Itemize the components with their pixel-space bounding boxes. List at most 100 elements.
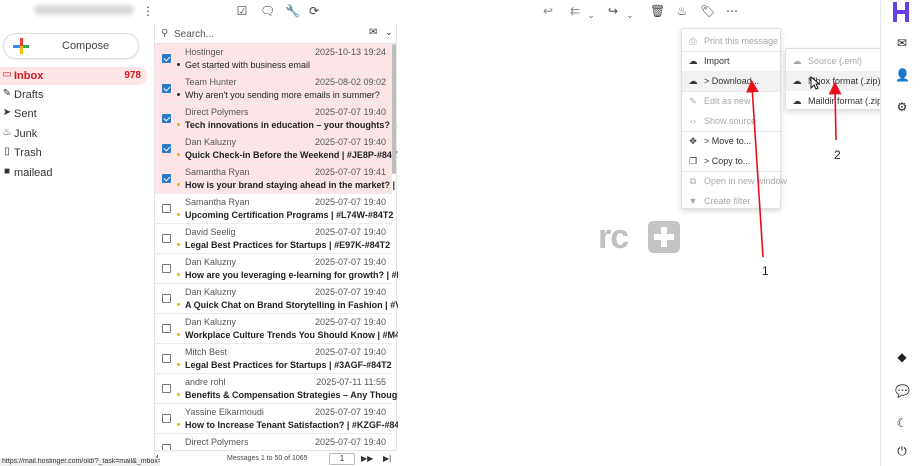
search-bar[interactable]: ⚲ Search... ✉ ⌄ <box>155 24 397 44</box>
row-checkbox[interactable] <box>162 354 171 363</box>
folder-sent[interactable]: ➤ Sent <box>0 105 147 123</box>
message-date: 2025-07-07 19:40 <box>314 347 386 357</box>
table-row[interactable]: Direct Polymers 2025-07-07 19:40 Tech inno… <box>155 104 410 134</box>
forward-icon[interactable]: ↪ <box>606 4 620 18</box>
user-email-blurred <box>34 5 134 15</box>
table-row[interactable]: Mitch Best 2025-07-07 19:40 Legal Best Pra… <box>155 344 392 374</box>
reply-all-icon[interactable]: ⇇ <box>568 4 582 18</box>
trash-icon: ▯ <box>4 146 10 157</box>
menu-item-print-this-message[interactable]: ⎙ Print this message <box>682 31 780 51</box>
diamond-icon[interactable]: ◆ <box>895 350 909 364</box>
table-row[interactable]: David Seelig 2025-07-07 19:40 Legal Best P… <box>155 224 392 254</box>
forward-dropdown-icon[interactable]: ⌄ <box>623 8 637 22</box>
compose-button[interactable]: Compose <box>3 33 139 59</box>
menu-item-source-eml[interactable]: ☁ Source (.eml) <box>786 51 884 71</box>
next-page-icon[interactable]: ▶▶ <box>361 454 373 463</box>
row-checkbox[interactable] <box>162 174 171 183</box>
roundcube-logo: rc <box>598 218 629 256</box>
tag-icon[interactable]: 🏷 <box>700 4 715 18</box>
menu-item-import[interactable]: ☁ Import <box>682 51 780 71</box>
unread-count: 978 <box>124 70 141 81</box>
flame-icon[interactable]: ♨ <box>675 4 689 18</box>
folder-trash[interactable]: ▯ Trash <box>0 144 147 162</box>
table-row[interactable]: Dan Kaluzny 2025-07-07 19:40 Workplace Cul… <box>155 314 408 344</box>
row-checkbox[interactable] <box>162 84 171 93</box>
search-input[interactable]: Search... <box>174 29 214 40</box>
row-checkbox[interactable] <box>162 54 171 63</box>
sender-name: Direct Polymers <box>185 437 249 447</box>
menu-item-move-to[interactable]: ✥ > Move to... <box>682 131 780 151</box>
status-dot-icon <box>177 363 180 366</box>
table-row[interactable]: Samantha Ryan 2025-07-07 19:40 Upcoming Ce… <box>155 194 393 224</box>
search-icon: ⚲ <box>161 28 169 39</box>
table-row[interactable]: Team Hunter 2025-08-02 09:02 Why aren't yo… <box>155 74 392 104</box>
row-checkbox[interactable] <box>162 114 171 123</box>
gear-icon[interactable]: ⚙ <box>895 100 909 114</box>
sender-name: David Seelig <box>185 227 236 237</box>
wrench-icon[interactable]: 🔧 <box>285 4 300 18</box>
row-checkbox[interactable] <box>162 144 171 153</box>
table-row[interactable]: Hostinger 2025-10-13 19:24 Get started wit… <box>155 44 392 74</box>
table-row[interactable]: Dan Kaluzny 2025-07-07 19:40 Quick Check-i… <box>155 134 402 164</box>
message-subject: Legal Best Practices for Startups | #E97… <box>185 240 391 250</box>
cloud-download-icon: ☁ <box>792 96 802 106</box>
power-icon[interactable]: ⏻ <box>895 444 909 458</box>
sender-name: Dan Kaluzny <box>185 257 237 267</box>
plus-icon <box>13 38 29 54</box>
pencil-icon: ✎ <box>689 96 697 106</box>
user-icon[interactable]: 👤 <box>895 68 910 82</box>
row-checkbox[interactable] <box>162 264 171 273</box>
message-subject: Why aren't you sending more emails in su… <box>185 90 380 100</box>
sender-name: Direct Polymers <box>185 107 249 117</box>
row-checkbox[interactable] <box>162 324 171 333</box>
table-row[interactable]: Samantha Ryan 2025-07-07 19:41 How is your… <box>155 164 410 194</box>
last-page-icon[interactable]: ▶| <box>383 454 391 463</box>
menu-item-edit-as-new[interactable]: ✎ Edit as new <box>682 91 780 111</box>
page-number-input[interactable]: 1 <box>329 453 355 465</box>
message-date: 2025-07-07 19:40 <box>314 317 386 327</box>
menu-item-maildir-format-zip[interactable]: ☁ Maildir format (.zip) <box>786 91 886 111</box>
message-subject: A Quick Chat on Brand Storytelling in Fa… <box>185 300 414 310</box>
menu-item-copy-to[interactable]: ❐ > Copy to... <box>682 151 780 171</box>
reply-icon[interactable]: ↩ <box>541 4 555 18</box>
refresh-icon[interactable]: ⟳ <box>307 4 321 18</box>
pagination-text: Messages 1 to 50 of 1065 <box>227 455 308 462</box>
chevron-down-icon[interactable]: ⌄ <box>385 27 393 38</box>
folder-mailead[interactable]: ■ mailead <box>0 164 147 182</box>
message-subject: How to Increase Tenant Satisfaction? | #… <box>185 420 407 430</box>
more-vert-icon[interactable]: ⋮ <box>141 4 155 18</box>
table-row[interactable]: Yassine Elkarmoudi 2025-07-07 19:40 How to… <box>155 404 407 434</box>
trash-icon[interactable]: 🗑 <box>650 4 665 18</box>
menu-item-show-source[interactable]: ‹› Show source <box>682 111 780 131</box>
message-date: 2025-07-07 19:40 <box>314 407 386 417</box>
moon-icon[interactable]: ☾ <box>895 416 909 430</box>
table-row[interactable]: Dan Kaluzny 2025-07-07 19:40 How are you l… <box>155 254 411 284</box>
status-dot-icon <box>177 243 180 246</box>
row-checkbox[interactable] <box>162 234 171 243</box>
row-checkbox[interactable] <box>162 414 171 423</box>
more-horiz-icon[interactable]: ⋯ <box>725 4 739 18</box>
menu-item-mbox-format-zip[interactable]: ☁ Mbox format (.zip) <box>786 71 884 91</box>
folder-inbox[interactable]: ▭ Inbox 978 <box>0 67 147 85</box>
envelope-icon[interactable]: ✉ <box>369 27 377 38</box>
message-date: 2025-07-07 19:40 <box>314 197 386 207</box>
menu-item-create-filter[interactable]: ▼ Create filter <box>682 191 780 211</box>
row-checkbox[interactable] <box>162 384 171 393</box>
menu-item-open-in-new-window[interactable]: ⧉ Open in new window <box>682 171 787 191</box>
right-rail: ✉ 👤 ⚙ ◆ 💬 ☾ ⏻ <box>880 0 920 466</box>
mail-icon[interactable]: ✉ <box>895 36 909 50</box>
reply-all-dropdown-icon[interactable]: ⌄ <box>584 8 598 22</box>
folder-drafts[interactable]: ✎ Drafts <box>0 86 147 104</box>
scrollbar[interactable] <box>392 44 396 174</box>
menu-item-download[interactable]: ☁ > Download... <box>682 71 780 91</box>
table-row[interactable]: Dan Kaluzny 2025-07-07 19:40 A Quick Chat … <box>155 284 414 314</box>
folder-junk[interactable]: ♨ Junk <box>0 125 147 143</box>
row-checkbox[interactable] <box>162 204 171 213</box>
row-checkbox[interactable] <box>162 294 171 303</box>
top-toolbar: ⋮ ☑ 🗨 🔧 ⟳ ↩ ⇇ ⌄ ↪ ⌄ 🗑 ♨ 🏷 ⋯ <box>0 0 880 24</box>
chat-bubbles-icon[interactable]: 💬 <box>895 384 910 398</box>
check-square-icon[interactable]: ☑ <box>235 4 249 18</box>
chat-icon[interactable]: 🗨 <box>260 4 275 18</box>
filter-icon: ▼ <box>688 196 698 206</box>
table-row[interactable]: andre rohl 2025-07-11 11:55 Benefits & Com… <box>155 374 410 404</box>
